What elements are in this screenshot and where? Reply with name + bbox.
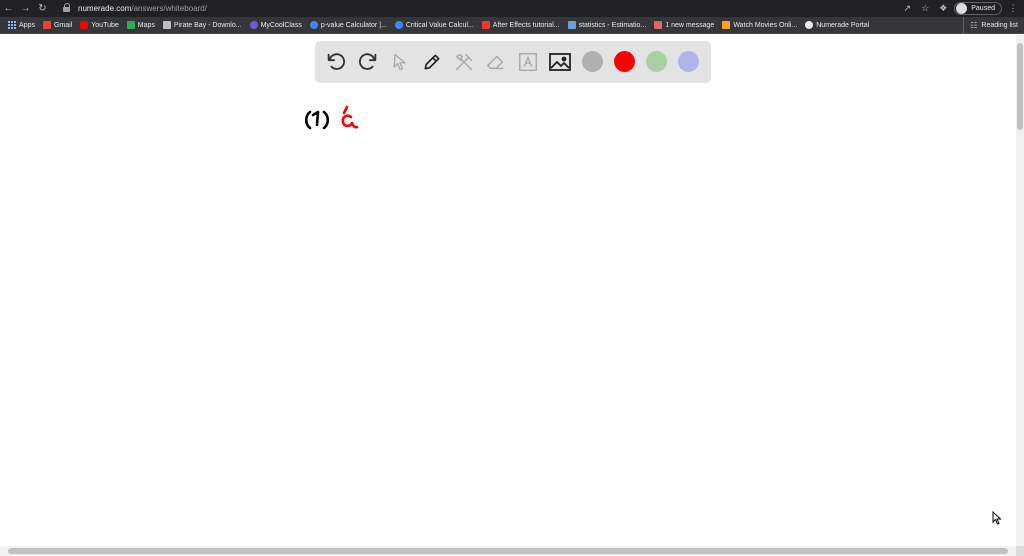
bookmark-label: MyCoolClass — [260, 21, 302, 29]
scrollbar-corner — [1016, 546, 1024, 556]
vertical-scroll-thumb[interactable] — [1017, 43, 1023, 130]
tools-icon[interactable] — [452, 50, 476, 74]
reading-list-button[interactable]: ☷ Reading list — [963, 17, 1018, 34]
bookmark-after-effects[interactable]: After Effects tutorial... — [481, 21, 560, 29]
bookmark-label: Watch Movies Onli... — [733, 21, 798, 29]
forward-icon[interactable]: → — [17, 0, 34, 17]
url-path: /answers/whiteboard/ — [131, 3, 207, 13]
gmail-icon — [42, 21, 51, 29]
profile-label: Paused — [971, 5, 995, 12]
reading-list-icon: ☷ — [970, 21, 978, 30]
reading-list-label: Reading list — [981, 22, 1018, 29]
share-icon[interactable]: ↗ — [900, 2, 914, 16]
pointer-icon[interactable] — [388, 50, 412, 74]
bookmark-pvalue[interactable]: p-value Calculator |... — [309, 21, 387, 29]
undo-icon[interactable] — [324, 50, 348, 74]
pen-icon[interactable] — [420, 50, 444, 74]
bookmark-mycoolclass[interactable]: MyCoolClass — [249, 21, 302, 29]
color-swatch-green[interactable] — [646, 51, 667, 72]
adobe-icon — [481, 21, 490, 29]
movie-icon — [722, 21, 731, 29]
apps-grid-icon — [8, 21, 16, 29]
bookmark-critical-value[interactable]: Critical Value Calcul... — [394, 21, 474, 29]
reload-icon[interactable]: ↻ — [34, 0, 51, 17]
message-icon — [654, 21, 663, 29]
bookmark-label: Apps — [19, 21, 35, 29]
avatar — [956, 3, 968, 14]
bookmark-new-message[interactable]: 1 new message — [654, 21, 714, 29]
browser-titlebar: ← → ↻ numerade.com/answers/whiteboard/ ↗… — [0, 0, 1024, 17]
text-box-icon[interactable] — [516, 50, 540, 74]
bookmark-apps[interactable]: Apps — [8, 21, 35, 29]
color-swatch-gray[interactable] — [582, 51, 603, 72]
bookmark-watch-movies[interactable]: Watch Movies Onli... — [722, 21, 797, 29]
bookmarks-bar: Apps Gmail YouTube Maps Pirate Bay - Dow… — [0, 17, 1024, 34]
horizontal-scrollbar[interactable] — [0, 546, 1016, 556]
eraser-icon[interactable] — [484, 50, 508, 74]
bookmark-label: YouTube — [91, 21, 119, 29]
bookmark-label: Numerade Portal — [816, 21, 870, 29]
bookmark-label: Gmail — [53, 21, 73, 29]
bookmark-label: p-value Calculator |... — [320, 21, 387, 29]
bookmark-label: After Effects tutorial... — [492, 21, 560, 29]
extensions-icon[interactable]: ❖ — [936, 2, 950, 16]
star-icon[interactable]: ☆ — [918, 2, 932, 16]
maps-icon — [126, 21, 135, 29]
bookmark-label: Maps — [137, 21, 155, 29]
redo-icon[interactable] — [356, 50, 380, 74]
image-icon[interactable] — [548, 50, 572, 74]
bookmark-maps[interactable]: Maps — [126, 21, 155, 29]
document-icon — [162, 21, 171, 29]
bookmark-label: statistics - Estimatio... — [578, 21, 647, 29]
color-swatch-lavender[interactable] — [678, 51, 699, 72]
horizontal-scroll-thumb[interactable] — [8, 548, 1008, 554]
whiteboard-canvas[interactable] — [0, 35, 1016, 546]
bookmark-gmail[interactable]: Gmail — [42, 21, 73, 29]
lock-icon — [62, 3, 72, 13]
globe-icon — [805, 21, 814, 29]
back-icon[interactable]: ← — [0, 0, 17, 17]
bookmark-statistics[interactable]: statistics - Estimatio... — [567, 21, 647, 29]
bookmark-label: 1 new message — [665, 21, 715, 29]
whiteboard-toolbar — [315, 41, 711, 83]
url-host: numerade.com — [78, 3, 132, 13]
bookmark-label: Pirate Bay - Downlo... — [173, 21, 242, 29]
color-swatch-red[interactable] — [614, 51, 635, 72]
calculator-icon — [309, 21, 318, 29]
bookmark-label: Critical Value Calcul... — [405, 21, 474, 29]
vertical-scrollbar[interactable] — [1016, 35, 1024, 546]
bookmark-numerade-portal[interactable]: Numerade Portal — [805, 21, 869, 29]
bookmark-pirate-bay[interactable]: Pirate Bay - Downlo... — [162, 21, 242, 29]
handwritten-ink — [304, 105, 359, 130]
mycoolclass-icon — [249, 21, 258, 29]
youtube-icon — [80, 21, 89, 29]
address-bar[interactable]: numerade.com/answers/whiteboard/ — [58, 1, 902, 15]
calculator-icon — [394, 21, 403, 29]
stackexchange-icon — [567, 21, 576, 29]
profile-button[interactable]: Paused — [954, 2, 1002, 15]
bookmark-youtube[interactable]: YouTube — [80, 21, 119, 29]
mouse-cursor-icon — [992, 511, 1002, 525]
menu-icon[interactable]: ⋮ — [1006, 2, 1020, 16]
